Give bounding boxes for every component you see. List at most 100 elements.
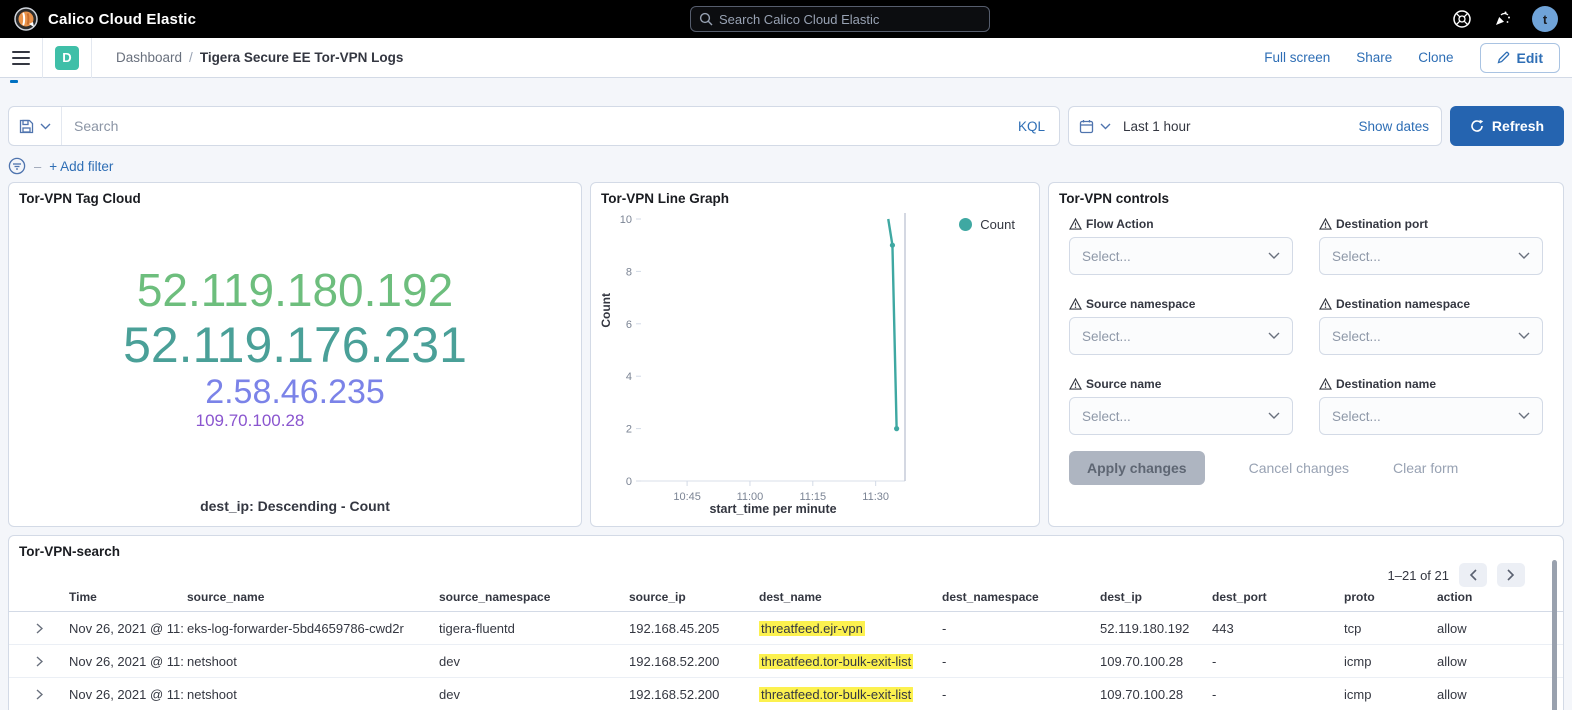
cell-dest-ip: 52.119.180.192 (1096, 621, 1208, 636)
col-header[interactable]: proto (1340, 590, 1433, 604)
col-header[interactable]: source_namespace (435, 590, 625, 604)
chevron-down-icon (1518, 412, 1530, 420)
cell-dest-port: - (1208, 687, 1340, 702)
source-name-select[interactable]: Select... (1069, 397, 1293, 435)
chevron-down-icon (1518, 252, 1530, 260)
chart-legend[interactable]: Count (959, 217, 1015, 232)
cancel-changes-button[interactable]: Cancel changes (1249, 460, 1349, 476)
query-bar: Search KQL Last 1 hour Show dates Refres… (8, 106, 1564, 146)
cell-source-namespace: dev (435, 654, 625, 669)
chevron-right-icon (36, 623, 43, 634)
col-header[interactable]: source_ip (625, 590, 755, 604)
globe-icon[interactable] (1452, 9, 1472, 29)
pencil-icon (1497, 51, 1510, 64)
menu-hamburger-icon[interactable] (12, 51, 30, 65)
line-chart-svg: 024681010:4511:0011:1511:30 (591, 183, 1041, 528)
pagination-next-button[interactable] (1497, 563, 1525, 587)
pagination-prev-button[interactable] (1459, 563, 1487, 587)
chevron-left-icon (1469, 569, 1477, 581)
table-row: Nov 26, 2021 @ 11:35:04.000 eks-log-forw… (9, 612, 1563, 645)
panel-tag-cloud: Tor-VPN Tag Cloud 52.119.180.192 52.119.… (8, 182, 582, 527)
cell-source-namespace: dev (435, 687, 625, 702)
col-header[interactable]: source_name (183, 590, 435, 604)
cell-source-name: netshoot (183, 687, 435, 702)
col-header[interactable]: dest_ip (1096, 590, 1208, 604)
cell-time: Nov 26, 2021 @ 11:35:04.000 (65, 621, 183, 636)
destination-namespace-select[interactable]: Select... (1319, 317, 1543, 355)
tag-cloud-term[interactable]: 52.119.180.192 (137, 265, 453, 317)
svg-text:8: 8 (626, 266, 632, 278)
table-scrollbar[interactable] (1552, 560, 1557, 710)
user-avatar[interactable]: t (1532, 6, 1558, 32)
destination-name-select[interactable]: Select... (1319, 397, 1543, 435)
add-filter-button[interactable]: + Add filter (49, 159, 113, 174)
controls-buttons: Apply changes Cancel changes Clear form (1049, 435, 1563, 485)
col-header[interactable]: dest_name (755, 590, 938, 604)
saved-query-menu[interactable] (9, 107, 62, 145)
refresh-button[interactable]: Refresh (1450, 106, 1564, 146)
kql-language-button[interactable]: KQL (1018, 119, 1045, 134)
kql-search-input[interactable]: Search KQL (8, 106, 1060, 146)
share-button[interactable]: Share (1356, 50, 1392, 65)
time-range-menu[interactable] (1069, 119, 1121, 134)
panel-title: Tor-VPN-search (19, 544, 120, 559)
cell-source-ip: 192.168.52.200 (625, 654, 755, 669)
tag-cloud-term[interactable]: 2.58.46.235 (205, 373, 385, 411)
dashboard-panels: Tor-VPN Tag Cloud 52.119.180.192 52.119.… (8, 182, 1564, 527)
control-label: Source name (1086, 377, 1161, 391)
edit-button-label: Edit (1517, 50, 1543, 66)
filter-bar: – + Add filter (8, 156, 1564, 176)
col-header[interactable]: action (1433, 590, 1563, 604)
row-expand-button[interactable] (36, 689, 43, 700)
time-range-picker[interactable]: Last 1 hour Show dates (1068, 106, 1442, 146)
breadcrumb-dashboard-link[interactable]: Dashboard (116, 50, 182, 65)
control-field-destination-name: Destination name Select... (1319, 377, 1543, 435)
app-title: Calico Cloud Elastic (48, 11, 196, 28)
tag-cloud-term[interactable]: 109.70.100.28 (196, 411, 305, 430)
clone-button[interactable]: Clone (1418, 50, 1453, 65)
svg-text:10: 10 (620, 214, 632, 226)
row-expand-button[interactable] (36, 656, 43, 667)
edit-button[interactable]: Edit (1480, 43, 1560, 73)
newsfeed-party-icon[interactable] (1492, 9, 1512, 29)
saved-query-icon (19, 119, 34, 134)
breadcrumb: Dashboard / Tigera Secure EE Tor-VPN Log… (116, 50, 403, 65)
svg-text:6: 6 (626, 319, 632, 331)
panel-title: Tor-VPN controls (1059, 191, 1169, 206)
filter-dash: – (34, 159, 41, 174)
calico-logo-icon (14, 7, 38, 31)
cell-time: Nov 26, 2021 @ 11:34:54.000 (65, 687, 183, 702)
tag-cloud-caption: dest_ip: Descending - Count (9, 498, 581, 514)
global-search-input[interactable]: Search Calico Cloud Elastic (690, 6, 990, 32)
control-field-destination-port: Destination port Select... (1319, 217, 1543, 275)
col-header[interactable]: Time (65, 590, 183, 604)
flow-action-select[interactable]: Select... (1069, 237, 1293, 275)
clear-form-button[interactable]: Clear form (1393, 460, 1458, 476)
cell-dest-ip: 109.70.100.28 (1096, 654, 1208, 669)
col-header[interactable]: dest_port (1208, 590, 1340, 604)
warning-triangle-icon (1319, 218, 1332, 230)
cell-action: allow (1433, 621, 1563, 636)
cell-proto: tcp (1340, 621, 1433, 636)
tag-cloud-term[interactable]: 52.119.176.231 (123, 317, 467, 373)
chevron-right-icon (36, 656, 43, 667)
search-icon (699, 12, 713, 26)
apply-changes-button[interactable]: Apply changes (1069, 451, 1205, 485)
dashboard-space-tile[interactable]: D (55, 46, 79, 70)
dashboard-toolbar: D Dashboard / Tigera Secure EE Tor-VPN L… (0, 38, 1572, 78)
source-namespace-select[interactable]: Select... (1069, 317, 1293, 355)
control-field-flow-action: Flow Action Select... (1069, 217, 1293, 275)
y-axis-label: Count (599, 293, 613, 328)
cell-source-name: netshoot (183, 654, 435, 669)
full-screen-button[interactable]: Full screen (1264, 50, 1330, 65)
warning-triangle-icon (1069, 378, 1082, 390)
row-expand-button[interactable] (36, 623, 43, 634)
destination-port-select[interactable]: Select... (1319, 237, 1543, 275)
table-row: Nov 26, 2021 @ 11:35:04.000 netshoot dev… (9, 645, 1563, 678)
filter-circle-icon[interactable] (8, 157, 26, 175)
control-label: Destination namespace (1336, 297, 1470, 311)
refresh-icon (1470, 119, 1484, 133)
col-header[interactable]: dest_namespace (938, 590, 1096, 604)
show-dates-button[interactable]: Show dates (1358, 119, 1429, 134)
calendar-icon (1079, 119, 1094, 134)
